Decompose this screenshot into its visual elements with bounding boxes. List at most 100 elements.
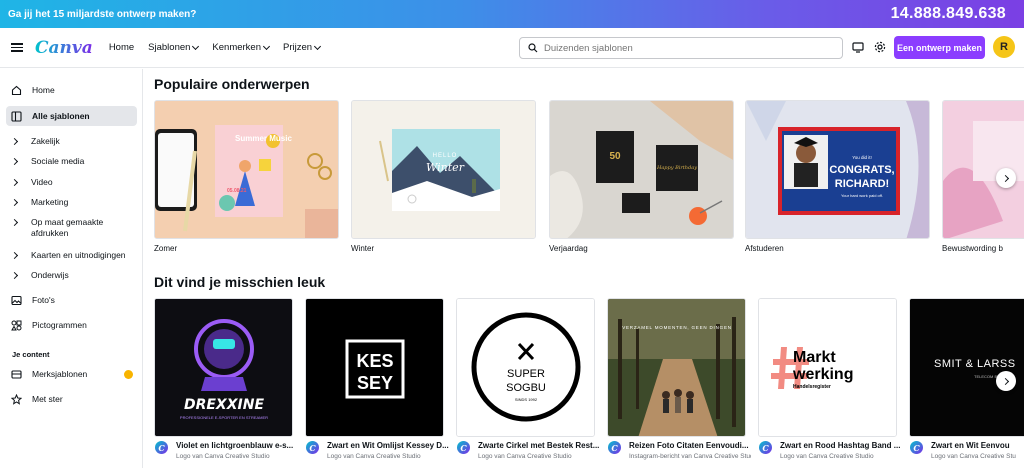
sidebar-item-custom-prints[interactable]: Op maat gemaakte afdrukken: [6, 215, 137, 241]
your-content-heading: Je content: [12, 350, 50, 359]
sidebar-item-education[interactable]: Onderwijs: [6, 265, 137, 285]
carousel-next-button[interactable]: [996, 168, 1016, 188]
markt-art-line2: werking: [792, 366, 853, 383]
topic-card-graduation[interactable]: You did it! CONGRATS, RICHARD! Your hard…: [745, 100, 930, 239]
template-subtitle: Logo van Canva Creative Studio: [478, 453, 572, 460]
template-card[interactable]: SMIT & LARSS TELECOM BV: [909, 298, 1024, 437]
sidebar-item-label: Met ster: [32, 394, 63, 404]
topic-card-winter[interactable]: HELLO Winter: [351, 100, 536, 239]
create-design-button[interactable]: Een ontwerp maken: [894, 36, 985, 59]
chevron-right-icon: [10, 251, 19, 259]
template-subtitle: Logo van Canva Creative Studio: [176, 453, 270, 460]
sidebar-item-label: Marketing: [31, 197, 69, 207]
template-subtitle: Logo van Canva Creative Studio: [780, 453, 874, 460]
birthday-art-text: Happy Birthday: [656, 165, 697, 171]
top-header: Canva Home Sjablonen Kenmerken Prijzen E…: [0, 28, 1024, 68]
canva-creator-icon: C: [608, 441, 621, 454]
topic-label: Afstuderen: [745, 244, 784, 253]
drexxine-art-title: DREXXINE: [184, 397, 264, 413]
template-title[interactable]: Zwart en Wit Omlijst Kessey D...: [327, 441, 449, 450]
gear-icon[interactable]: [874, 41, 886, 53]
kessey-art-line1: KES: [356, 351, 393, 371]
template-title[interactable]: Violet en lichtgroenblauw e-s...: [176, 441, 298, 450]
menu-icon[interactable]: [11, 43, 23, 52]
sidebar: Home Alle sjablonen Zakelijk Sociale med…: [0, 69, 143, 468]
sogbu-art-line2: SOGBU: [506, 382, 546, 394]
canva-creator-icon: C: [306, 441, 319, 454]
home-icon: [10, 84, 22, 96]
template-card[interactable]: Markt werking Handelsregister: [758, 298, 897, 437]
winter-thumbnail: HELLO Winter: [352, 101, 535, 238]
smit-larss-thumbnail: SMIT & LARSS TELECOM BV: [910, 299, 1024, 436]
birthday-thumbnail: 50 Happy Birthday: [550, 101, 733, 238]
summer-art-title: Summer Music: [235, 134, 292, 143]
sidebar-item-photos[interactable]: Foto's: [6, 290, 137, 310]
sidebar-item-starred[interactable]: Met ster: [6, 389, 137, 409]
topic-label: Zomer: [154, 244, 178, 253]
sidebar-item-label: Kaarten en uitnodigingen: [31, 250, 126, 260]
chevron-right-icon: [10, 198, 19, 206]
avatar[interactable]: R: [993, 36, 1015, 58]
search-box[interactable]: [519, 37, 843, 59]
sidebar-item-zakelijk[interactable]: Zakelijk: [6, 131, 137, 151]
sidebar-item-label: Alle sjablonen: [32, 111, 90, 121]
nav-pricing-label: Prijzen: [283, 42, 313, 53]
template-card[interactable]: KES SEY: [305, 298, 444, 437]
template-title[interactable]: Reizen Foto Citaten Eenvoudi...: [629, 441, 751, 450]
sidebar-item-label: Merksjablonen: [32, 369, 88, 379]
nav-home[interactable]: Home: [109, 42, 134, 53]
grad-art-line2: RICHARD!: [835, 178, 889, 190]
sidebar-item-cards-invitations[interactable]: Kaarten en uitnodigingen: [6, 245, 137, 265]
sidebar-item-label: Foto's: [32, 295, 55, 305]
nav-home-label: Home: [108, 42, 135, 53]
sidebar-item-home[interactable]: Home: [6, 80, 137, 100]
summer-art-date: 05.08.21: [227, 188, 247, 194]
nav-features-label: Kenmerken: [212, 42, 262, 53]
canva-creator-icon: C: [910, 441, 923, 454]
carousel-next-button[interactable]: [996, 371, 1016, 391]
template-card[interactable]: DREXXINE PROFESSIONELE E-SPORTER EN STRE…: [154, 298, 293, 437]
markt-art-line1: Markt: [793, 349, 836, 366]
winter-art-line1: HELLO: [433, 153, 458, 159]
chevron-right-icon: [10, 178, 19, 186]
promo-banner[interactable]: Ga jij het 15 miljardste ontwerp maken? …: [0, 0, 1024, 28]
template-card[interactable]: SUPER SOGBU SINDS 1992: [456, 298, 595, 437]
popular-topics-heading: Populaire onderwerpen: [154, 76, 310, 92]
desktop-app-icon[interactable]: [852, 41, 864, 53]
chevron-right-icon: [10, 271, 19, 279]
drexxine-thumbnail: DREXXINE PROFESSIONELE E-SPORTER EN STRE…: [155, 299, 292, 436]
photo-icon: [10, 294, 22, 306]
template-subtitle: Instagram-bericht van Canva Creative Stu…: [629, 453, 751, 460]
sidebar-item-pictograms[interactable]: Pictogrammen: [6, 315, 137, 335]
sidebar-item-label: Onderwijs: [31, 270, 69, 280]
design-counter: 14.888.849.638: [890, 5, 1006, 22]
sidebar-item-brand-templates[interactable]: Merksjablonen: [6, 364, 137, 384]
template-title[interactable]: Zwart en Rood Hashtag Band ...: [780, 441, 902, 450]
nav-features[interactable]: Kenmerken: [212, 42, 271, 53]
grad-art-small: You did it!: [852, 155, 872, 160]
sidebar-item-social-media[interactable]: Sociale media: [6, 151, 137, 171]
sidebar-item-label: Pictogrammen: [32, 320, 87, 330]
sidebar-item-video[interactable]: Video: [6, 172, 137, 192]
search-input[interactable]: [544, 42, 824, 54]
sogbu-art-line1: SUPER: [507, 368, 545, 380]
sidebar-item-all-templates[interactable]: Alle sjablonen: [6, 106, 137, 126]
marktwerking-thumbnail: Markt werking Handelsregister: [759, 299, 896, 436]
topic-card-summer[interactable]: Summer Music 05.08.21: [154, 100, 339, 239]
sidebar-item-label: Sociale media: [31, 156, 85, 166]
brand-icon: [10, 368, 22, 380]
template-title[interactable]: Zwarte Cirkel met Bestek Rest...: [478, 441, 600, 450]
template-subtitle: Logo van Canva Creative Stu: [931, 453, 1016, 460]
sidebar-item-marketing[interactable]: Marketing: [6, 192, 137, 212]
nav-pricing[interactable]: Prijzen: [283, 42, 322, 53]
topic-card-birthday[interactable]: 50 Happy Birthday: [549, 100, 734, 239]
grad-art-footer: Your hard work paid off.: [841, 193, 883, 198]
canva-logo[interactable]: Canva: [35, 38, 93, 58]
shapes-icon: [10, 319, 22, 331]
topic-label: Winter: [351, 244, 375, 253]
template-title[interactable]: Zwart en Wit Eenvou: [931, 441, 1024, 450]
nav-templates[interactable]: Sjablonen: [148, 42, 200, 53]
chevron-right-icon: [1001, 377, 1009, 385]
template-card[interactable]: VERZAMEL MOMENTEN, GEEN DINGEN: [607, 298, 746, 437]
chevron-right-icon: [10, 218, 19, 227]
